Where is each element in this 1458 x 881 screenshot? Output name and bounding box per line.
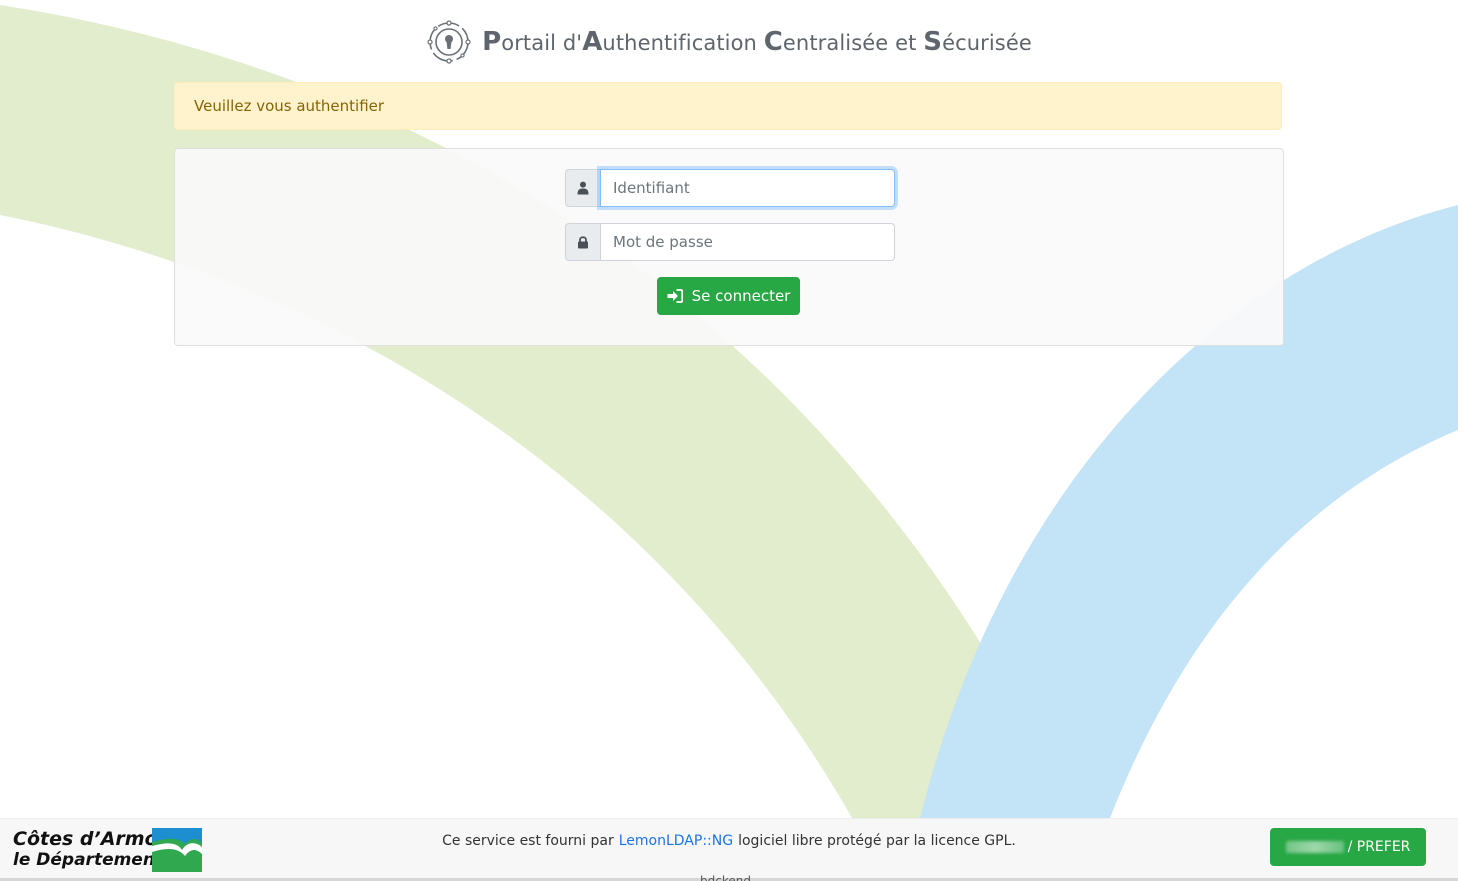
login-button-label: Se connecter <box>691 287 791 305</box>
sign-in-icon <box>667 289 683 303</box>
title-rest: entralisée et <box>782 31 924 55</box>
password-group <box>565 223 895 261</box>
footer-text-before: Ce service est fourni par <box>442 833 614 849</box>
background-arcs <box>0 5 1458 818</box>
title-rest: écurisée <box>942 31 1032 55</box>
portal-header: Portail d'Authentification Centralisée e… <box>0 16 1458 68</box>
lock-icon <box>565 223 600 261</box>
lemonldap-link[interactable]: LemonLDAP::NG <box>619 833 733 849</box>
footer-credits: Ce service est fourni par LemonLDAP::NG … <box>0 819 1458 863</box>
title-cap: P <box>482 27 502 57</box>
title-cap: S <box>923 27 943 57</box>
username-input[interactable] <box>600 169 895 207</box>
alert-message: Veuillez vous authentifier <box>194 97 385 115</box>
auth-alert: Veuillez vous authentifier <box>174 82 1282 130</box>
title-rest: ortail d' <box>501 31 583 55</box>
username-group <box>565 169 895 207</box>
title-cap: C <box>763 27 783 57</box>
password-input[interactable] <box>600 223 895 261</box>
footer-text-after: logiciel libre protégé par la licence GP… <box>738 833 1016 849</box>
user-preferences-label: / PREFER <box>1347 839 1411 855</box>
footer: Côtes d’Armor le Département Ce service … <box>0 818 1458 879</box>
title-cap: A <box>582 27 603 57</box>
login-card: Se connecter <box>174 148 1284 346</box>
user-preferences-button[interactable]: / PREFER <box>1270 828 1426 866</box>
cut-off-text: bdckend <box>700 874 751 881</box>
keyhole-network-icon <box>427 20 471 64</box>
login-button[interactable]: Se connecter <box>657 277 800 315</box>
title-rest: uthentification <box>602 31 764 55</box>
portal-title: Portail d'Authentification Centralisée e… <box>482 27 1032 57</box>
user-icon <box>565 169 600 207</box>
redacted-username <box>1285 841 1344 853</box>
